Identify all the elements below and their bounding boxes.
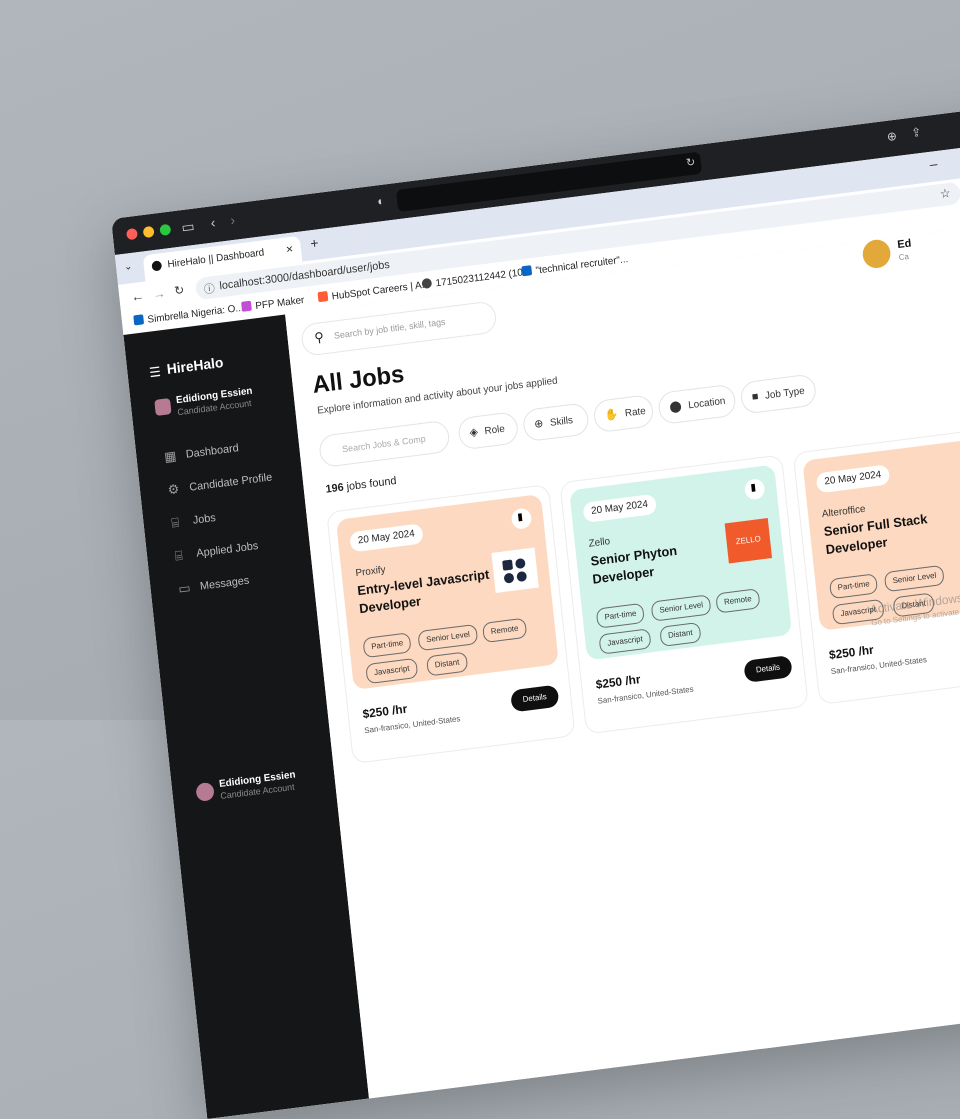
pfp-icon <box>241 300 252 312</box>
bookmark-item[interactable]: PFP Maker <box>241 294 305 314</box>
sidebar-item-jobs[interactable]: ⌸ Jobs <box>171 512 217 531</box>
hubspot-icon <box>317 290 329 303</box>
tab-list-icon[interactable]: ⌄ <box>124 261 133 273</box>
sidebar-item-candidate-profile[interactable]: ⚙ Candidate Profile <box>167 471 273 497</box>
briefcase-icon: ⌸ <box>170 514 180 531</box>
shield-icon: ◐ <box>376 193 386 209</box>
share-icon[interactable]: ⇪ <box>911 125 922 140</box>
bookmark-button[interactable]: ▮ <box>743 478 766 501</box>
job-tag: Remote <box>715 588 761 614</box>
tab-title: HireHalo || Dashboard <box>166 247 265 271</box>
nav-forward-icon[interactable]: → <box>152 285 166 302</box>
favicon-icon <box>151 260 163 272</box>
tab-close-icon[interactable]: × <box>285 242 293 257</box>
grid-icon: ▦ <box>163 448 178 465</box>
job-card[interactable]: 20 May 2024 Alteroffice Senior Full Stac… <box>792 424 960 706</box>
job-card[interactable]: 20 May 2024 ▮ Zello Senior Phyton Develo… <box>559 454 809 735</box>
main-content: ⚲ Search by job title, skill, tags Ed Ca… <box>285 173 960 1099</box>
sidebar-toggle-icon[interactable]: ▭ <box>181 218 196 237</box>
salary: $250 /hr <box>361 701 408 722</box>
proxify-logo-icon <box>491 547 539 593</box>
zello-logo-icon: ZELLO <box>724 518 773 564</box>
page-title: All Jobs <box>311 360 406 400</box>
zoom-window-button[interactable] <box>159 223 172 237</box>
job-tag: Javascript <box>598 628 652 655</box>
job-tag: Part-time <box>595 602 646 629</box>
job-title: Senior Phyton Developer <box>589 542 678 587</box>
minimize-icon[interactable]: – <box>929 155 938 172</box>
posted-date: 20 May 2024 <box>349 523 424 553</box>
forward-icon[interactable]: › <box>229 212 235 229</box>
browser-window: ▭ ‹ › ◐ ↻ ⊕ ⇪ ⌄ HireHalo || Dashboard × … <box>111 57 960 1119</box>
job-card-header: 20 May 2024 ▮ Proxify Entry-level Javasc… <box>335 494 559 690</box>
plus-circle-icon: ⊕ <box>533 417 544 431</box>
job-tag: Senior Level <box>883 564 946 593</box>
sidebar-item-dashboard[interactable]: ▦ Dashboard <box>163 442 239 464</box>
job-tag: Distant <box>425 651 469 677</box>
bookmark-button[interactable]: ▮ <box>510 507 533 530</box>
job-tag: Part-time <box>828 573 879 600</box>
bookmark-icon: ▮ <box>516 511 524 524</box>
nav-reload-icon[interactable]: ↻ <box>174 283 185 298</box>
sidebar-item-applied-jobs[interactable]: ⌸ Applied Jobs <box>174 540 259 564</box>
job-card-header: 20 May 2024 ▮ Zello Senior Phyton Develo… <box>569 464 793 661</box>
filter-location[interactable]: ⬤ Location <box>657 383 737 426</box>
briefcase-stack-icon: ⌸ <box>174 547 184 564</box>
details-button[interactable]: Details <box>743 655 793 683</box>
avatar <box>154 398 172 417</box>
job-tag: Javascript <box>365 657 419 685</box>
search-icon: ⚲ <box>313 329 325 346</box>
gear-icon: ⚙ <box>167 481 181 498</box>
search-placeholder: Search by job title, skill, tags <box>333 316 446 341</box>
footer-avatar <box>195 781 215 803</box>
message-icon: ▭ <box>177 580 192 597</box>
company-name: Proxify <box>354 564 387 580</box>
reload-icon[interactable]: ↻ <box>685 155 695 169</box>
linkedin-icon <box>521 265 533 277</box>
job-card[interactable]: 20 May 2024 ▮ Proxify Entry-level Javasc… <box>326 483 576 765</box>
sidebar-item-messages[interactable]: ▭ Messages <box>178 575 250 597</box>
hamburger-icon[interactable]: ☰ <box>149 364 162 381</box>
filter-job-type[interactable]: ■ Job Type <box>739 373 818 415</box>
filter-skills[interactable]: ⊕ Skills <box>521 402 590 443</box>
jobs-search-input[interactable]: Search Jobs & Comp <box>317 419 451 469</box>
salary: $250 /hr <box>828 642 875 663</box>
global-search-input[interactable]: ⚲ Search by job title, skill, tags <box>300 300 498 357</box>
back-icon[interactable]: ‹ <box>210 214 216 231</box>
job-tag: Remote <box>482 617 528 644</box>
new-tab-button[interactable]: + <box>309 234 319 251</box>
filter-rate[interactable]: ✋ Rate <box>592 393 655 434</box>
posted-date: 20 May 2024 <box>815 464 891 494</box>
job-tag: Senior Level <box>650 594 712 622</box>
header-user-name: Ed <box>896 237 912 252</box>
jobs-count: 196 jobs found <box>325 474 398 496</box>
linkedin-icon <box>133 314 145 326</box>
perspective-scene: ▭ ‹ › ◐ ↻ ⊕ ⇪ ⌄ HireHalo || Dashboard × … <box>111 57 960 1119</box>
globe-icon <box>421 277 433 290</box>
nav-back-icon[interactable]: ← <box>130 288 144 305</box>
user-avatar[interactable] <box>861 238 892 270</box>
location-pin-icon: ⬤ <box>668 400 683 414</box>
salary: $250 /hr <box>595 672 642 692</box>
hand-coin-icon: ✋ <box>604 408 619 422</box>
briefcase-icon: ■ <box>751 390 760 404</box>
header-user-role: Ca <box>898 251 910 263</box>
filter-role[interactable]: ◈ Role <box>457 411 520 451</box>
diamond-icon: ◈ <box>468 426 479 440</box>
posted-date: 20 May 2024 <box>582 493 657 523</box>
star-icon[interactable]: ☆ <box>939 186 951 201</box>
download-icon[interactable]: ⊕ <box>886 129 897 144</box>
close-window-button[interactable] <box>126 227 138 241</box>
bookmark-icon: ▮ <box>750 482 757 494</box>
minimize-window-button[interactable] <box>142 225 155 239</box>
job-tag: Distant <box>659 621 702 648</box>
brand-logo-text[interactable]: HireHalo <box>166 354 224 377</box>
job-tag: Part-time <box>362 632 413 659</box>
job-tag: Senior Level <box>417 623 479 652</box>
site-info-icon[interactable]: ⓘ <box>203 280 215 297</box>
company-name: Zello <box>588 536 611 550</box>
details-button[interactable]: Details <box>510 684 560 713</box>
